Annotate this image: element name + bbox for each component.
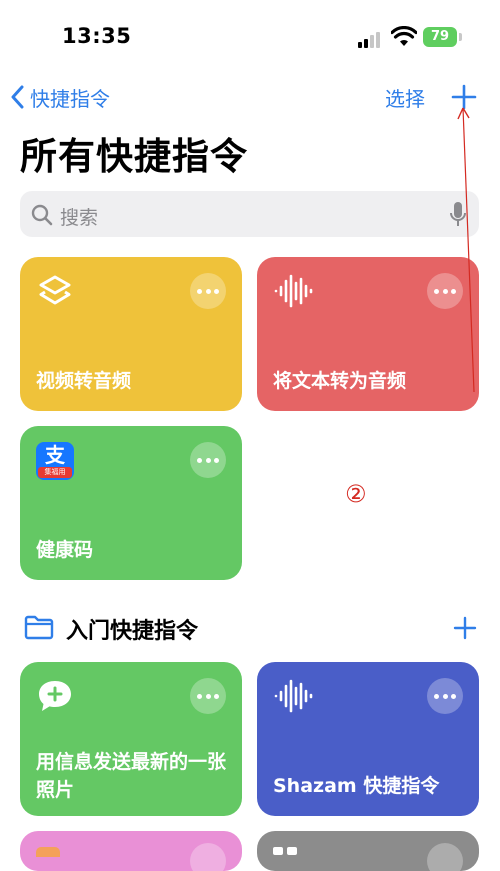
section-title: 入门快捷指令 xyxy=(66,619,199,644)
more-options-button[interactable] xyxy=(190,678,226,714)
more-options-button[interactable] xyxy=(190,843,226,871)
starter-card-shazam[interactable]: Shazam 快捷指令 xyxy=(257,662,479,816)
starter-card-partial-gray[interactable] xyxy=(257,831,479,871)
more-options-button[interactable] xyxy=(427,678,463,714)
annotation-number: ② xyxy=(345,480,367,508)
partial-app-icon xyxy=(36,847,60,857)
starter-card-send-latest-photo[interactable]: 用信息发送最新的一张照片 xyxy=(20,662,242,816)
starter-section-header: 入门快捷指令 xyxy=(24,610,480,646)
folder-icon xyxy=(24,615,54,640)
starter-card-partial-pink[interactable] xyxy=(20,831,242,871)
more-options-button[interactable] xyxy=(427,843,463,871)
shortcut-label: 用信息发送最新的一张照片 xyxy=(36,751,227,801)
partial-grid-icon xyxy=(273,847,299,855)
message-plus-icon xyxy=(39,681,71,711)
shortcut-label: Shazam 快捷指令 xyxy=(273,775,440,797)
waveform-icon xyxy=(274,679,313,713)
add-starter-shortcut-button[interactable] xyxy=(452,614,478,642)
